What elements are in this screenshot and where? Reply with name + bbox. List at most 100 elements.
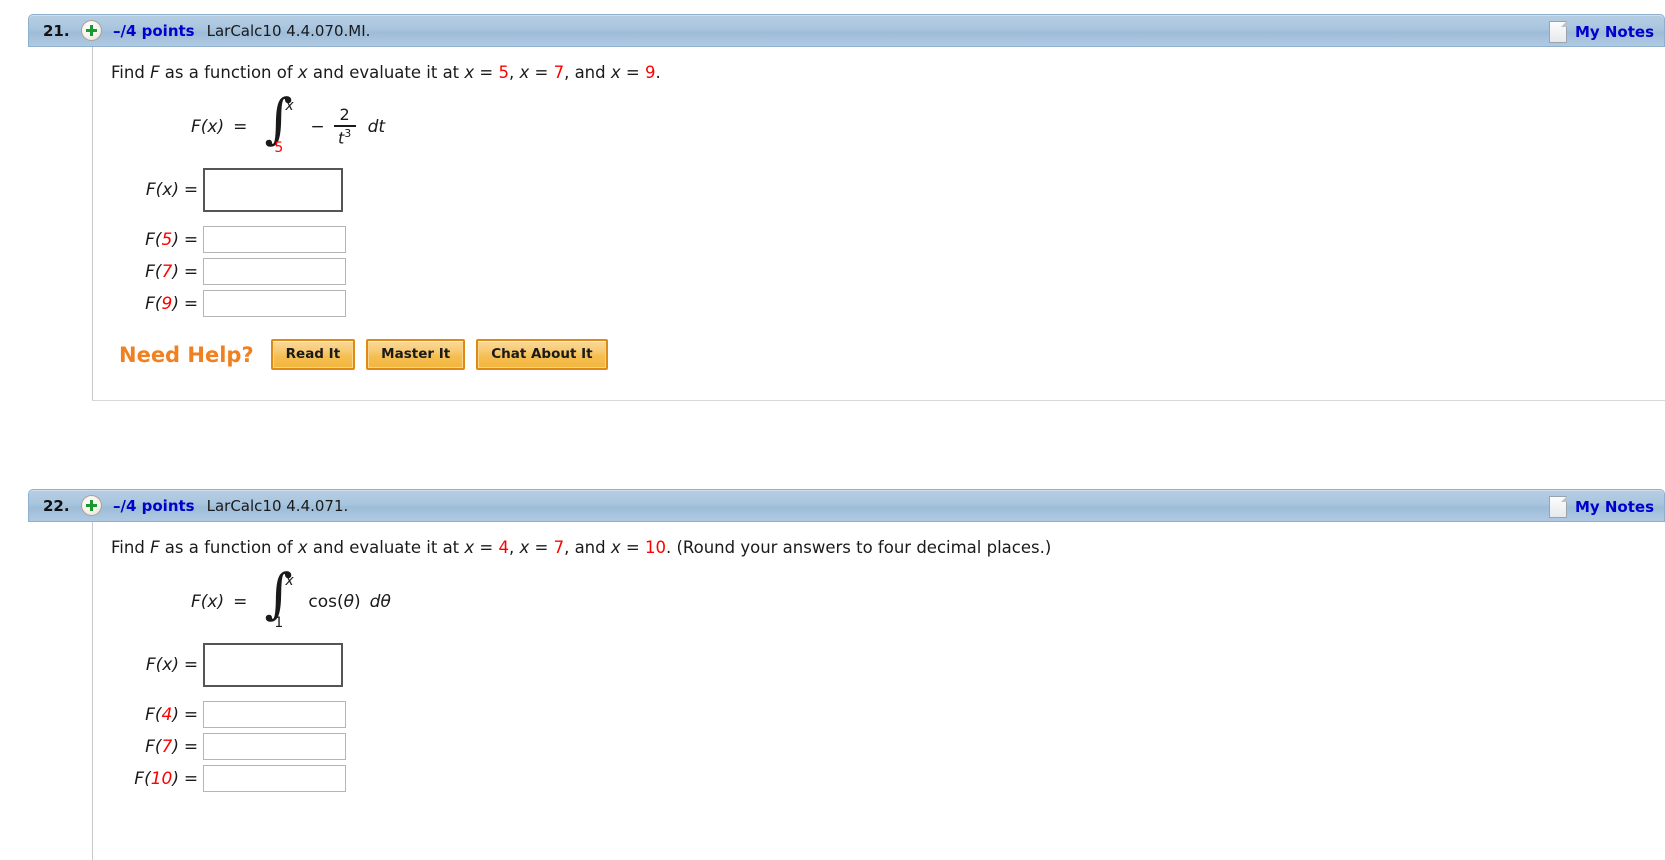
formula-lhs: F(x) — [191, 117, 225, 137]
question-body-22: Find F as a function of x and evaluate i… — [92, 522, 1665, 860]
prompt-part: Find — [111, 63, 151, 82]
prompt-part: = — [529, 538, 554, 557]
my-notes-label: My Notes — [1574, 22, 1654, 41]
prompt-part: and evaluate it at — [307, 63, 465, 82]
answer-input-f9[interactable] — [203, 290, 346, 317]
question-header-22: 22. –/4 points LarCalc10 4.4.071. My Not… — [28, 489, 1665, 522]
prompt-part: = — [474, 538, 499, 557]
integrand-argument: θ — [343, 592, 355, 612]
master-it-button[interactable]: Master It — [366, 339, 466, 370]
differential-variable: θ — [380, 592, 391, 612]
label-var: 4 — [161, 704, 173, 725]
prompt-value: 10 — [644, 538, 666, 557]
prompt-part: = — [529, 63, 554, 82]
answer-equals: = — [183, 293, 199, 314]
label-var: 10 — [150, 768, 173, 789]
assignment-page: 21. –/4 points LarCalc10 4.4.070.MI. My … — [0, 0, 1665, 860]
need-help-label: Need Help? — [119, 342, 254, 367]
label-pre: F( — [145, 180, 163, 200]
prompt-part: and evaluate it at — [307, 538, 465, 557]
answer-row: F(5) = — [117, 226, 1665, 253]
chat-about-it-button[interactable]: Chat About It — [476, 339, 608, 370]
label-post: ) — [172, 261, 179, 282]
question-number: 22. — [43, 496, 70, 515]
prompt-symbol-x: x — [610, 538, 621, 557]
formula-differential: dt — [367, 117, 386, 137]
prompt-value: 5 — [498, 63, 509, 82]
answer-input-f5[interactable] — [203, 226, 346, 253]
answer-row: F(7) = — [117, 733, 1665, 760]
prompt-symbol-x: x — [297, 538, 308, 557]
answer-input-fx[interactable] — [203, 643, 343, 687]
answer-label: F(x) — [117, 655, 179, 675]
answer-input-fx[interactable] — [203, 168, 343, 212]
my-notes-button-22[interactable]: My Notes — [1548, 490, 1654, 523]
integral-lower-limit: 5 — [274, 140, 284, 156]
label-pre: F( — [145, 261, 162, 282]
label-pre: F( — [145, 229, 162, 250]
label-var: x — [162, 655, 173, 675]
label-var: 7 — [161, 736, 173, 757]
prompt-part: , — [508, 63, 520, 82]
question-points: –/4 points — [113, 496, 195, 515]
label-pre: F( — [145, 736, 162, 757]
expand-plus-icon[interactable] — [81, 495, 102, 516]
integral-sign-group: ∫ x 1 — [258, 567, 300, 633]
prompt-part: as a function of — [159, 63, 298, 82]
label-post: ) — [172, 768, 179, 789]
prompt-part: Find — [111, 538, 151, 557]
prompt-part: , and — [564, 63, 611, 82]
prompt-part: as a function of — [159, 538, 298, 557]
answer-equals: = — [183, 261, 199, 282]
need-help-section: Need Help? Read It Master It Chat About … — [119, 339, 1665, 370]
formula-lhs: F(x) — [191, 592, 225, 612]
my-notes-label: My Notes — [1574, 497, 1654, 516]
answer-row: F(7) = — [117, 258, 1665, 285]
question-body-21: Find F as a function of x and evaluate i… — [92, 47, 1665, 401]
prompt-symbol-x: x — [519, 63, 530, 82]
question-number: 21. — [43, 21, 70, 40]
label-var: 9 — [161, 293, 173, 314]
answer-input-f7[interactable] — [203, 258, 346, 285]
answer-input-f7[interactable] — [203, 733, 346, 760]
answer-input-f10[interactable] — [203, 765, 346, 792]
answer-equals: = — [183, 655, 199, 675]
label-pre: F( — [134, 768, 151, 789]
formula-minus: − — [310, 117, 325, 137]
fraction-numerator: 2 — [339, 105, 350, 125]
prompt-symbol-x: x — [464, 538, 475, 557]
answer-label: F(5) — [117, 230, 179, 250]
prompt-symbol-x: x — [610, 63, 621, 82]
answer-input-f4[interactable] — [203, 701, 346, 728]
denominator-exponent: 3 — [344, 126, 352, 140]
note-page-icon — [1548, 20, 1567, 43]
formula-integrand: cos(θ) — [308, 592, 360, 612]
expand-plus-icon[interactable] — [81, 20, 102, 41]
question-prompt-21: Find F as a function of x and evaluate i… — [111, 63, 1665, 82]
label-pre: F( — [145, 293, 162, 314]
fraction: 2 t3 — [333, 105, 356, 147]
answer-row: F(x) = — [117, 168, 1665, 212]
formula-equals: = — [233, 592, 248, 612]
prompt-symbol-x: x — [519, 538, 530, 557]
question-prompt-22: Find F as a function of x and evaluate i… — [111, 538, 1665, 557]
answer-label: F(7) — [117, 262, 179, 282]
answer-row: F(10) = — [117, 765, 1665, 792]
prompt-value: 4 — [498, 538, 509, 557]
my-notes-button-21[interactable]: My Notes — [1548, 15, 1654, 48]
answer-equals: = — [183, 768, 199, 789]
question-block-22: 22. –/4 points LarCalc10 4.4.071. My Not… — [28, 489, 1665, 860]
differential-d: d — [369, 592, 381, 612]
answers-21: F(x) = F(5) = F(7) = F(9) = — [117, 168, 1665, 317]
read-it-button[interactable]: Read It — [270, 339, 356, 370]
answer-label: F(x) — [117, 180, 179, 200]
prompt-symbol-F: F — [150, 538, 160, 557]
integral-upper-limit: x — [285, 98, 294, 114]
integrand-function: cos( — [308, 592, 344, 612]
prompt-symbol-x: x — [464, 63, 475, 82]
question-block-21: 21. –/4 points LarCalc10 4.4.070.MI. My … — [28, 14, 1665, 401]
question-tag: LarCalc10 4.4.070.MI. — [206, 21, 371, 40]
answers-22: F(x) = F( 4) = F(7) = F(10) = — [117, 643, 1665, 792]
formula-differential: dθ — [370, 592, 391, 612]
prompt-part: , and — [564, 538, 611, 557]
